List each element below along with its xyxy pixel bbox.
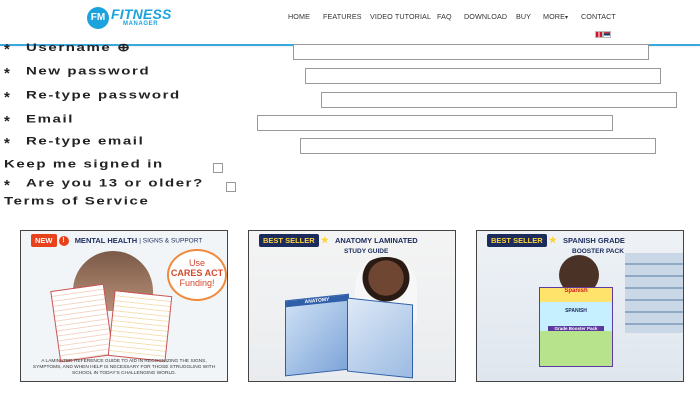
spanish-pack-image: Spanish SPANISH Grade Booster Pack: [539, 287, 613, 367]
nav-contact[interactable]: CONTACT: [581, 12, 616, 21]
required-marker: *: [4, 65, 10, 82]
anatomy-sheet-label: ANATOMY: [286, 294, 348, 308]
ad-subtitle: BOOSTER PACK: [572, 248, 624, 255]
nav-faq[interactable]: FAQ: [437, 12, 452, 21]
username-label: Username ⊕: [26, 41, 131, 54]
ad-title: SPANISH GRADE: [562, 236, 625, 245]
nav-video-tutorial[interactable]: VIDEO TUTORIAL: [370, 12, 431, 21]
retype-email-row: * Re-type email: [0, 135, 700, 155]
reference-sheet-image: [107, 290, 173, 362]
retype-password-label: Re-type password: [26, 89, 181, 102]
username-label-text: Username: [26, 41, 112, 54]
ad-card-spanish[interactable]: BEST SELLER ★ SPANISH GRADE BOOSTER PACK…: [476, 230, 684, 382]
email-input[interactable]: [257, 115, 613, 131]
ad-caption: A laminated reference guide to aid in re…: [32, 359, 216, 376]
ad-subtitle: | SIGNS & SUPPORT: [139, 237, 203, 245]
logo-wordmark: FITNESS: [111, 6, 172, 22]
retype-email-input[interactable]: [300, 138, 656, 154]
chevron-down-icon: ▾: [564, 15, 569, 21]
required-marker: *: [4, 177, 10, 194]
age-question-label: Are you 13 or older?: [26, 177, 204, 190]
nav-buy[interactable]: BUY: [516, 12, 531, 21]
anatomy-guide-image: [347, 297, 413, 379]
site-header: FM FITNESS manager HOME FEATURES VIDEO T…: [0, 0, 700, 46]
retype-email-label: Re-type email: [26, 135, 145, 148]
nav-more-label: MORE: [543, 12, 565, 21]
star-icon: ★: [548, 235, 557, 245]
fitness-manager-logo[interactable]: FM FITNESS manager: [87, 6, 172, 31]
star-icon: ★: [320, 235, 329, 245]
ad-banner: NEW ! MENTAL HEALTH | SIGNS & SUPPORT: [31, 234, 202, 248]
ad-card-mental-health[interactable]: NEW ! MENTAL HEALTH | SIGNS & SUPPORT Us…: [20, 230, 228, 382]
info-icon[interactable]: ⊕: [117, 42, 131, 54]
serbia-flag-icon[interactable]: [603, 31, 611, 38]
terms-of-service-link[interactable]: Terms of Service: [4, 195, 149, 207]
spanish-sheet-label-3: Grade Booster Pack: [548, 326, 604, 331]
callout-line-3: Funding!: [179, 278, 215, 288]
ad-subtitle: STUDY GUIDE: [344, 248, 389, 255]
new-password-input[interactable]: [305, 68, 661, 84]
required-marker: *: [4, 135, 10, 152]
ad-title: ANATOMY LAMINATED: [334, 236, 418, 245]
email-row: * Email: [0, 113, 700, 133]
ad-banner: BEST SELLER ★ SPANISH GRADE: [487, 234, 625, 248]
alert-icon: !: [58, 235, 69, 246]
new-password-label: New password: [26, 65, 151, 78]
nav-features[interactable]: FEATURES: [323, 12, 362, 21]
language-switcher: [595, 31, 615, 38]
ad-card-anatomy[interactable]: BEST SELLER ★ ANATOMY LAMINATED STUDY GU…: [248, 230, 456, 382]
logo-subtitle: manager: [123, 21, 159, 27]
new-password-row: * New password: [0, 65, 700, 85]
uk-flag-icon[interactable]: [595, 31, 603, 38]
anatomy-guide-image: ANATOMY: [285, 293, 349, 377]
retype-password-input[interactable]: [321, 92, 677, 108]
email-label: Email: [26, 113, 75, 126]
ad-title: MENTAL HEALTH: [74, 236, 138, 245]
retype-password-row: * Re-type password: [0, 89, 700, 109]
nav-home[interactable]: HOME: [288, 12, 310, 21]
username-row: * Username ⊕: [0, 41, 700, 61]
logo-badge: FM: [87, 7, 109, 29]
required-marker: *: [4, 89, 10, 106]
ad-banner: BEST SELLER ★ ANATOMY LAMINATED: [259, 234, 418, 248]
spanish-sheet-label-2: SPANISH: [565, 308, 587, 314]
keep-signed-in-label: Keep me signed in: [4, 158, 164, 171]
nav-more[interactable]: MORE▾: [543, 12, 568, 21]
callout-line-1: Use: [188, 258, 205, 268]
callout-line-2: CARES ACT: [170, 268, 224, 278]
keep-signed-in-checkbox[interactable]: [213, 163, 223, 173]
best-seller-tag: BEST SELLER: [259, 234, 319, 247]
new-tag: NEW: [31, 234, 57, 247]
username-input[interactable]: [293, 44, 649, 60]
library-shelves-photo: [625, 253, 683, 333]
age-row: * Are you 13 or older?: [0, 177, 700, 197]
spanish-sheet-label-1: Spanish: [564, 288, 588, 294]
cares-act-callout: Use CARES ACT Funding!: [167, 249, 227, 301]
best-seller-tag: BEST SELLER: [487, 234, 547, 247]
age-checkbox[interactable]: [226, 182, 236, 192]
required-marker: *: [4, 41, 10, 58]
nav-download[interactable]: DOWNLOAD: [464, 12, 507, 21]
reference-sheet-image: [50, 283, 114, 363]
required-marker: *: [4, 113, 10, 130]
